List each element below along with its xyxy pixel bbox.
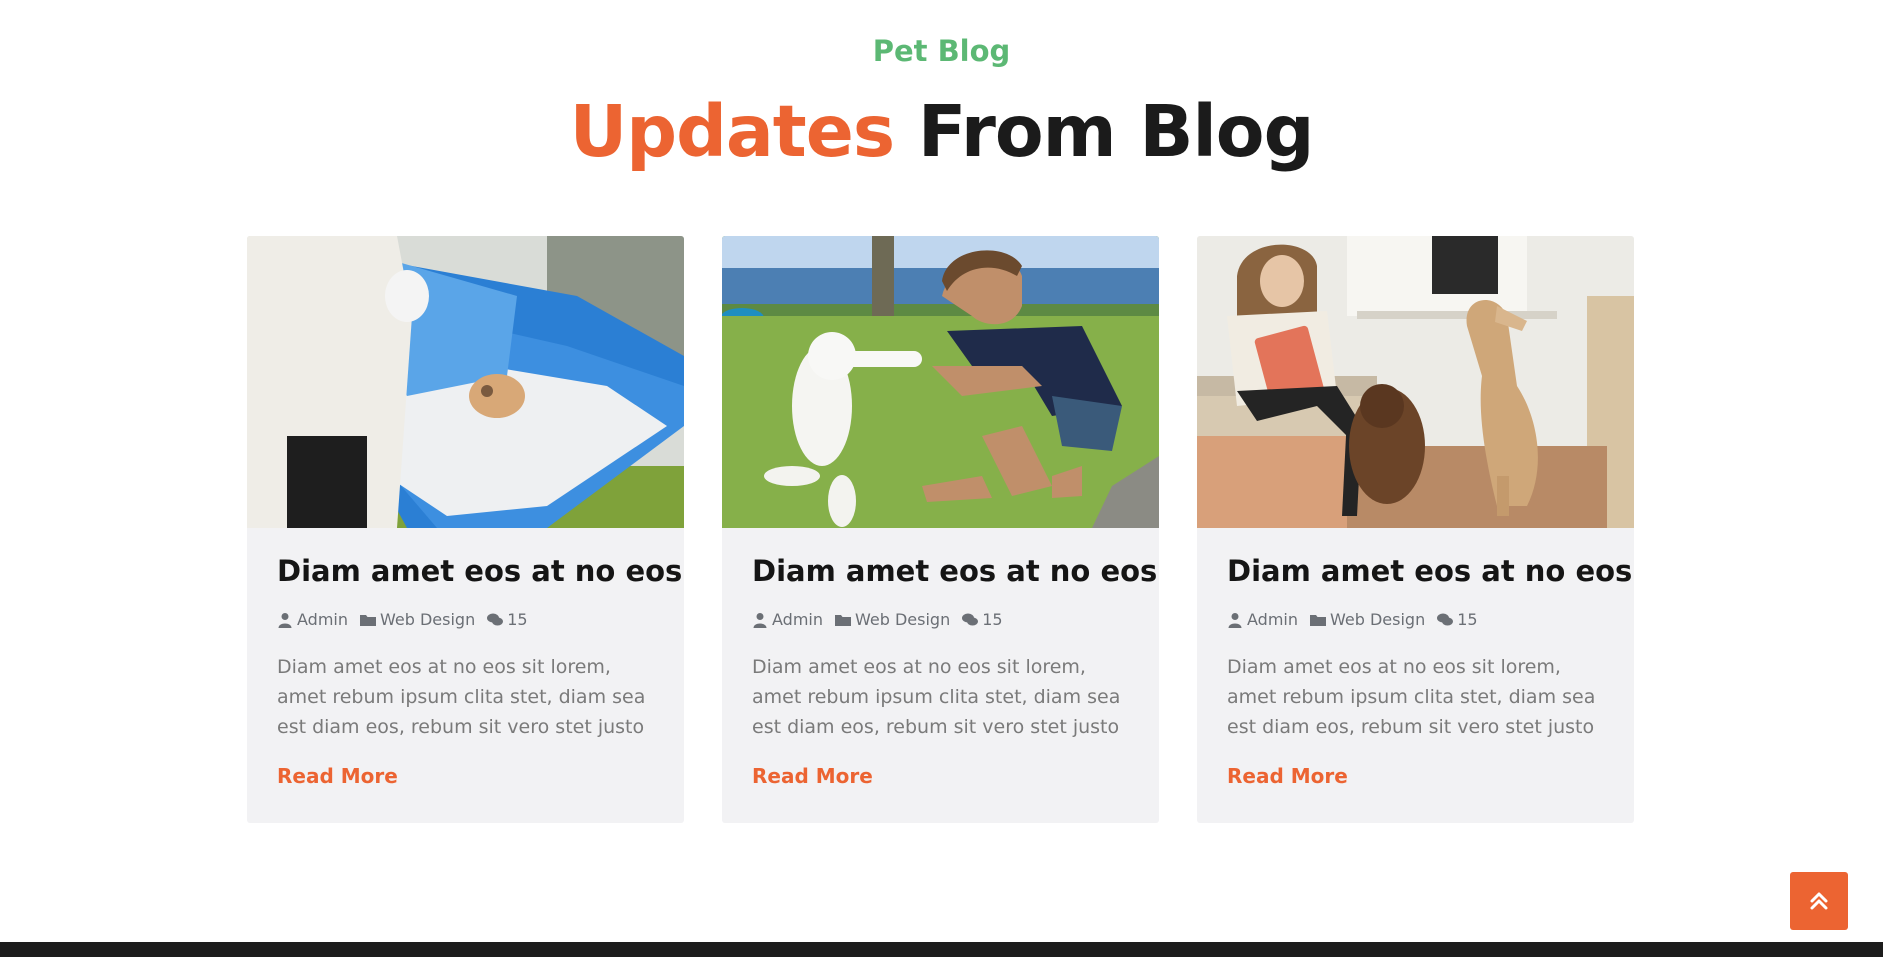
blog-card-title[interactable]: Diam amet eos at no eos [752,554,1157,588]
meta-category: Web Design [1310,610,1425,629]
blog-card-excerpt: Diam amet eos at no eos sit lorem, amet … [1227,656,1596,738]
meta-author: Admin [752,610,823,629]
read-more-link[interactable]: Read More [752,764,873,788]
meta-category-text: Web Design [380,610,476,629]
folder-icon [835,612,851,628]
meta-category-text: Web Design [1330,610,1426,629]
meta-author-text: Admin [1247,610,1298,629]
back-to-top-button[interactable] [1790,872,1848,930]
user-icon [277,612,293,628]
meta-author: Admin [277,610,348,629]
meta-comments-text: 15 [982,610,1003,629]
comments-icon [487,612,504,628]
meta-author-text: Admin [297,610,348,629]
user-icon [752,612,768,628]
meta-author: Admin [1227,610,1298,629]
section-subtitle: Pet Blog [872,34,1011,68]
blog-card-meta: Admin Web Design 15 [1227,610,1490,629]
read-more-link[interactable]: Read More [1227,764,1348,788]
blog-card-meta: Admin Web Design 15 [277,610,540,629]
user-icon [1227,612,1243,628]
meta-category: Web Design [835,610,950,629]
blog-card: Diam amet eos at no eos Admin Web Design… [1197,236,1634,823]
read-more-link[interactable]: Read More [277,764,398,788]
meta-category-text: Web Design [855,610,951,629]
section-title: Updates From Blog [0,90,1883,173]
title-accent: Updates [569,90,896,173]
blog-card-image[interactable] [247,236,684,528]
blog-card-image[interactable] [1197,236,1634,528]
footer-bar [0,942,1883,957]
comments-icon [962,612,979,628]
blog-card: Diam amet eos at no eos Admin Web Design… [722,236,1159,823]
meta-comments-text: 15 [1457,610,1478,629]
title-rest: From Blog [917,90,1315,173]
meta-comments-text: 15 [507,610,528,629]
folder-icon [1310,612,1326,628]
folder-icon [360,612,376,628]
comments-icon [1437,612,1454,628]
double-chevron-up-icon [1810,892,1828,910]
blog-card-excerpt: Diam amet eos at no eos sit lorem, amet … [752,656,1121,738]
blog-card-excerpt: Diam amet eos at no eos sit lorem, amet … [277,656,646,738]
meta-comments: 15 [962,610,1003,629]
blog-card-title[interactable]: Diam amet eos at no eos [1227,554,1632,588]
meta-comments: 15 [487,610,528,629]
meta-category: Web Design [360,610,475,629]
blog-card: Diam amet eos at no eos Admin Web Design… [247,236,684,823]
blog-card-image[interactable] [722,236,1159,528]
blog-card-title[interactable]: Diam amet eos at no eos [277,554,682,588]
meta-comments: 15 [1437,610,1478,629]
blog-card-meta: Admin Web Design 15 [752,610,1015,629]
meta-author-text: Admin [772,610,823,629]
blog-cards: Diam amet eos at no eos Admin Web Design… [247,236,1636,823]
